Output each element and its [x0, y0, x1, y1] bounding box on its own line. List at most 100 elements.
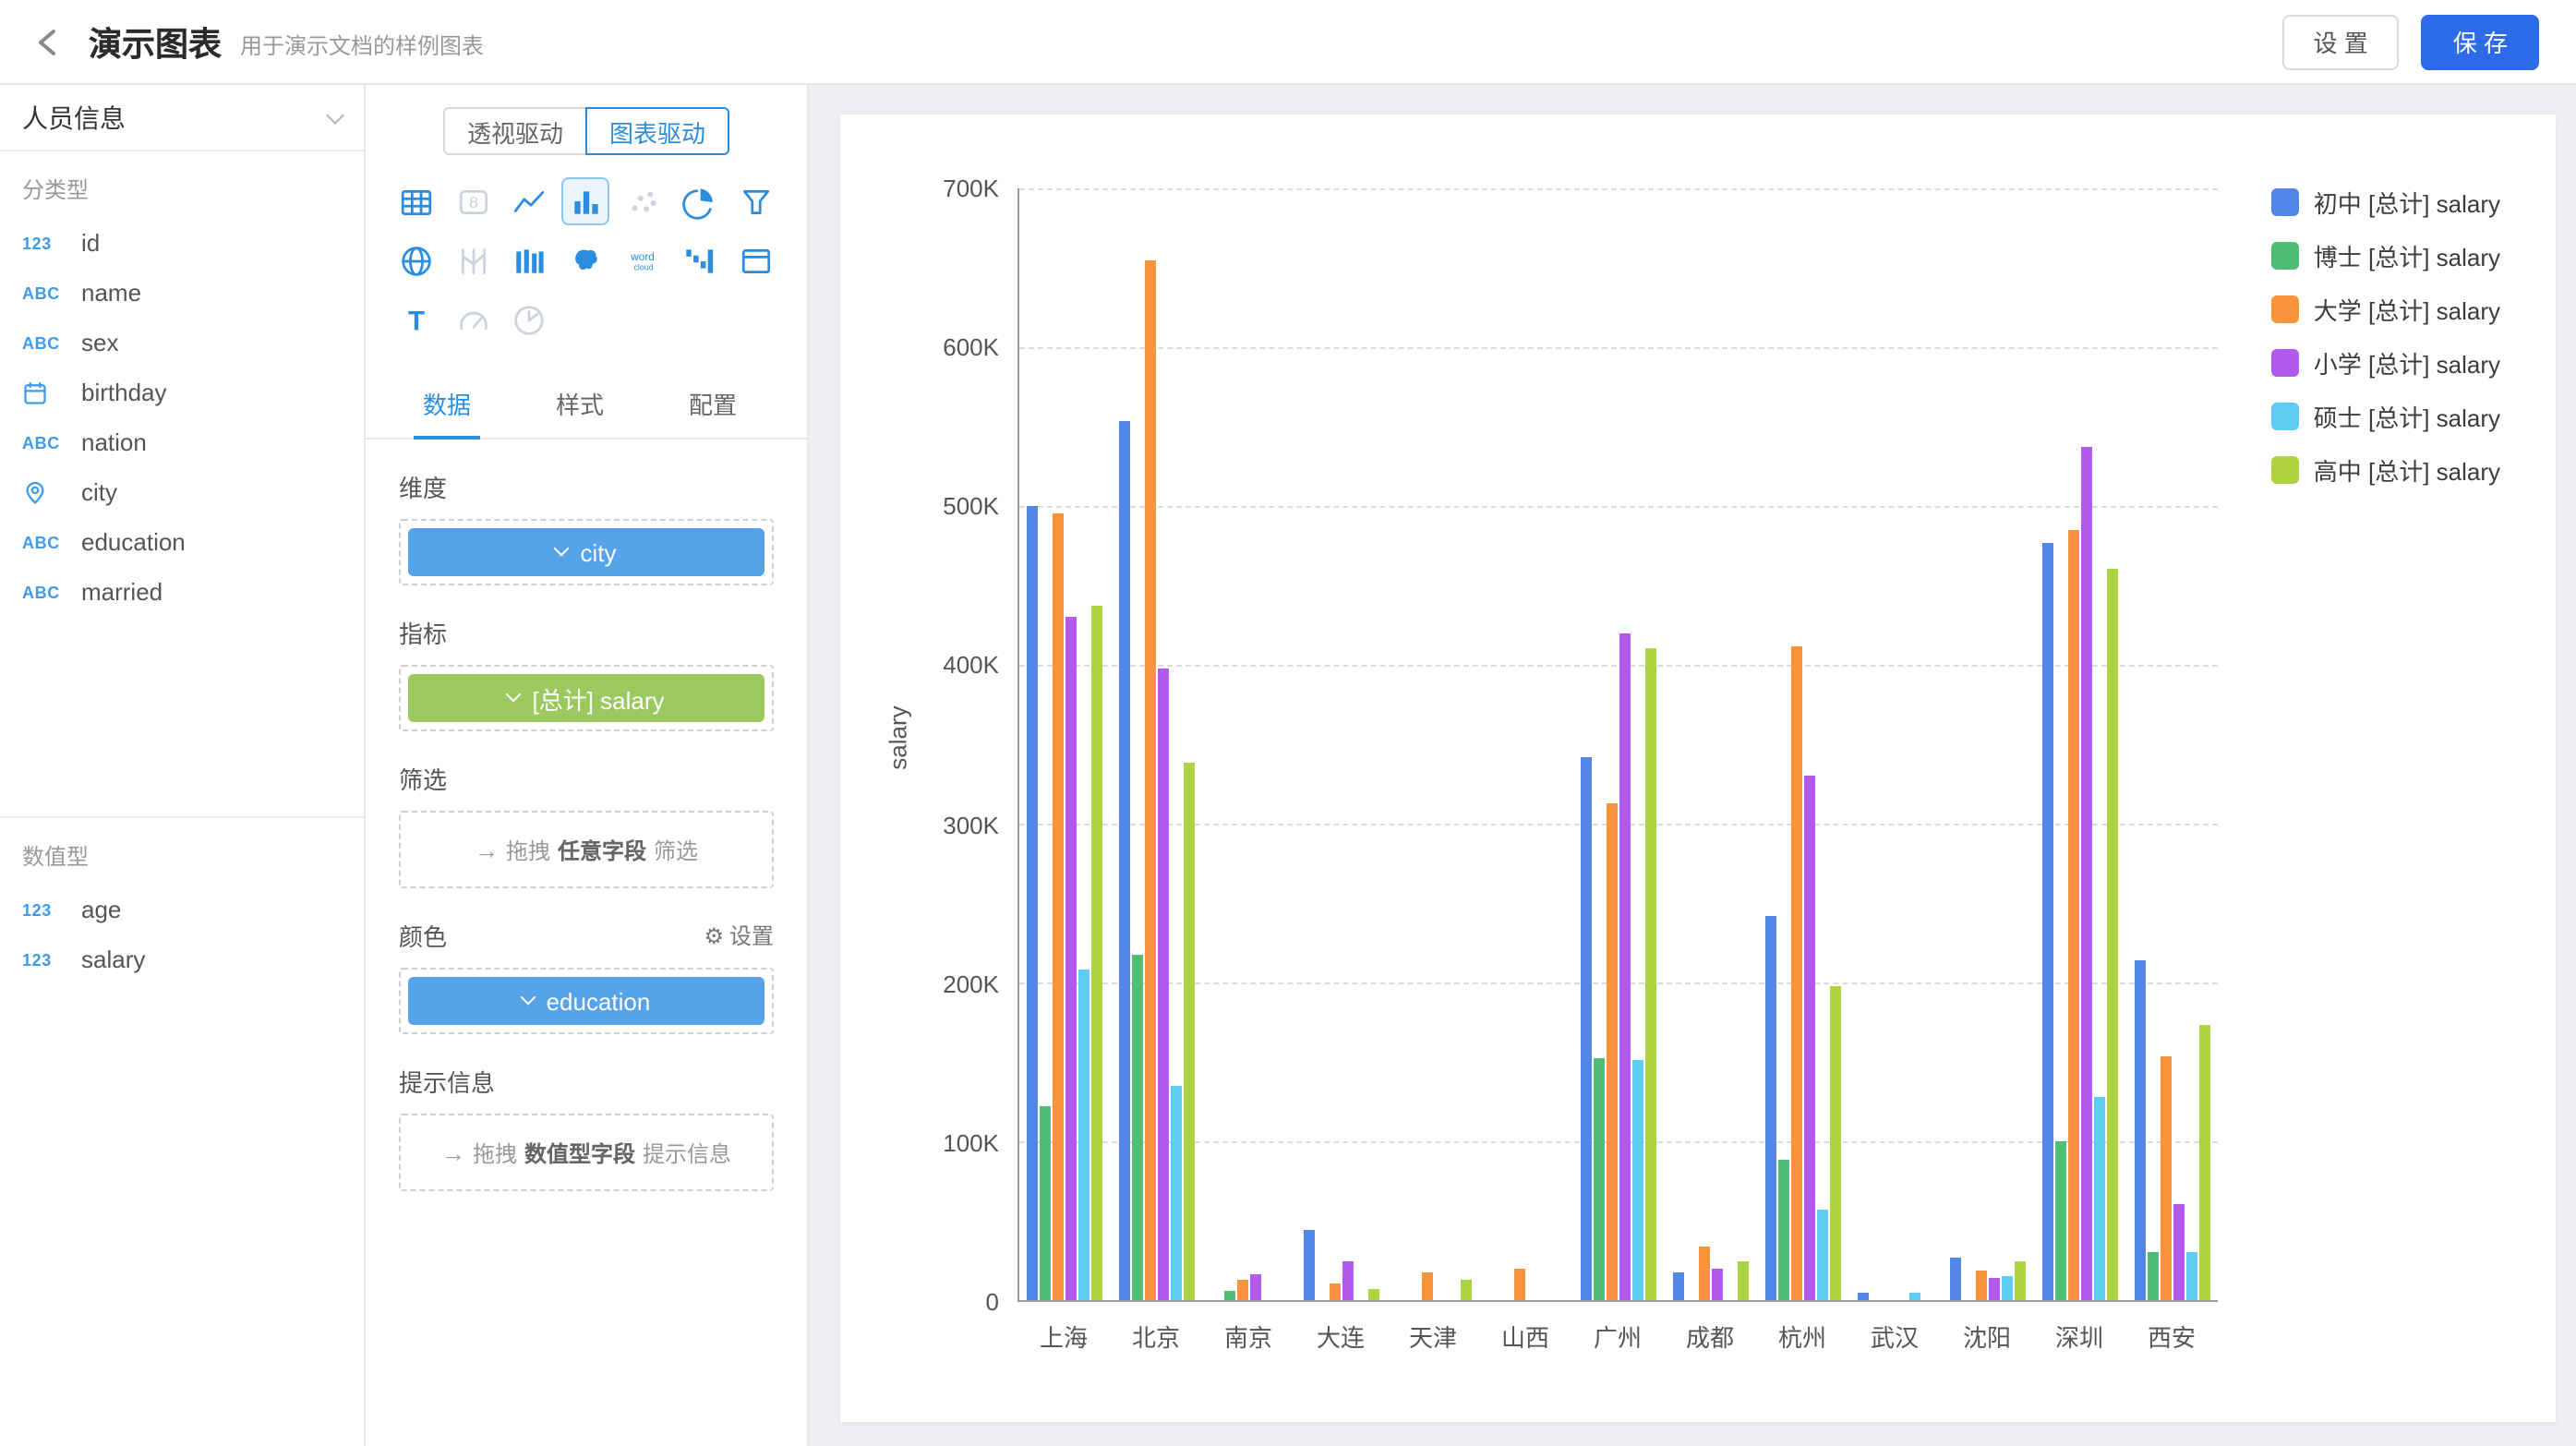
dimension-pill[interactable]: city [408, 528, 764, 576]
field-item-sex[interactable]: ABC sex [0, 318, 364, 368]
table-chart-icon[interactable] [392, 177, 440, 225]
field-item-birthday[interactable]: birthday [0, 368, 364, 417]
tab-style[interactable]: 样式 [513, 369, 646, 438]
bar [1422, 1273, 1433, 1300]
field-label: id [81, 229, 100, 257]
chart-legend: 初中 [总计] salary 博士 [总计] salary 大学 [总计] sala… [2271, 185, 2500, 488]
text-chart-icon[interactable]: T [392, 295, 440, 343]
field-label: salary [81, 946, 145, 973]
back-button[interactable] [26, 19, 70, 64]
legend-item[interactable]: 初中 [总计] salary [2271, 185, 2500, 220]
save-button[interactable]: 保 存 [2422, 14, 2539, 69]
legend-item[interactable]: 大学 [总计] salary [2271, 292, 2500, 327]
pie-chart-icon[interactable] [676, 177, 724, 225]
color-pill[interactable]: education [408, 977, 764, 1025]
svg-text:cloud: cloud [633, 262, 653, 271]
svg-text:T: T [408, 306, 425, 336]
bar [1975, 1270, 1986, 1300]
color-settings-label: 设置 [729, 920, 774, 951]
bar-group-天津 [1388, 188, 1480, 1300]
chevron-down-icon [554, 541, 570, 557]
sankey-chart-icon[interactable] [506, 236, 554, 284]
legend-label: 初中 [总计] salary [2314, 185, 2500, 220]
data-source-header[interactable]: 人员信息 [0, 85, 364, 151]
bar [1830, 985, 1841, 1300]
header-left: 演示图表 用于演示文档的样例图表 [26, 18, 484, 66]
bar-groups [1019, 188, 2218, 1300]
color-settings-button[interactable]: 设置 [704, 920, 774, 951]
tab-config[interactable]: 配置 [646, 369, 779, 438]
x-category-label: 沈阳 [1941, 1319, 2033, 1354]
scorecard-icon[interactable]: 8 [449, 177, 497, 225]
legend-label: 高中 [总计] salary [2314, 452, 2500, 488]
bar-group-深圳 [2033, 188, 2125, 1300]
filter-placeholder-text: 拖拽 [506, 834, 550, 865]
bar [1738, 1262, 1749, 1300]
settings-button[interactable]: 设 置 [2282, 14, 2400, 69]
location-icon [22, 479, 81, 505]
number-type-icon: 123 [22, 900, 81, 919]
chevron-left-icon [30, 23, 66, 60]
string-type-icon: ABC [22, 533, 81, 551]
bar-chart-icon[interactable] [562, 177, 610, 225]
legend-item[interactable]: 高中 [总计] salary [2271, 452, 2500, 488]
mode-tab-pivot[interactable]: 透视驱动 [443, 107, 587, 155]
bar [1185, 764, 1196, 1300]
funnel-chart-icon[interactable] [732, 177, 780, 225]
field-item-age[interactable]: 123 age [0, 885, 364, 934]
field-item-salary[interactable]: 123 salary [0, 934, 364, 984]
field-item-education[interactable]: ABC education [0, 517, 364, 567]
bar [2001, 1276, 2012, 1300]
dimension-dropzone[interactable]: city [399, 519, 774, 585]
field-label: sex [81, 329, 118, 356]
bar [2054, 1141, 2065, 1300]
line-chart-icon[interactable] [506, 177, 554, 225]
string-type-icon: ABC [22, 333, 81, 352]
numeric-field-list: 123 age 123 salary [0, 885, 364, 984]
chevron-down-icon [506, 687, 522, 703]
bar [1028, 506, 1039, 1300]
header: 演示图表 用于演示文档的样例图表 设 置 保 存 [0, 0, 2576, 85]
bar-group-沈阳 [1941, 188, 2033, 1300]
gear-icon [704, 922, 724, 948]
bar [1607, 803, 1618, 1300]
tab-data[interactable]: 数据 [380, 369, 513, 438]
mode-tab-chart[interactable]: 图表驱动 [585, 107, 729, 155]
app-root: 演示图表 用于演示文档的样例图表 设 置 保 存 人员信息 分类型 123 id… [0, 0, 2576, 1446]
bar [1858, 1292, 1869, 1300]
color-section-label: 颜色 设置 [399, 918, 774, 953]
y-axis-ticks: 700K600K500K400K300K200K100K0 [892, 188, 999, 1302]
tooltip-dropzone[interactable]: → 拖拽数值型字段提示信息 [399, 1114, 774, 1191]
bar-group-南京 [1204, 188, 1296, 1300]
scatter-chart-icon[interactable] [619, 177, 667, 225]
metric-dropzone[interactable]: [总计] salary [399, 665, 774, 731]
field-label: birthday [81, 379, 167, 406]
categorical-field-list: 123 id ABC name ABC sex birthday [0, 218, 364, 617]
bar [2173, 1205, 2184, 1300]
legend-item[interactable]: 小学 [总计] salary [2271, 345, 2500, 380]
field-item-id[interactable]: 123 id [0, 218, 364, 268]
bar [1066, 617, 1077, 1300]
parallel-chart-icon[interactable] [449, 236, 497, 284]
field-item-married[interactable]: ABC married [0, 567, 364, 617]
bar [1304, 1230, 1315, 1300]
wordcloud-chart-icon[interactable]: wordcloud [619, 236, 667, 284]
y-tick-label: 100K [943, 1129, 999, 1157]
filter-dropzone[interactable]: → 拖拽任意字段筛选 [399, 811, 774, 888]
bar [1120, 422, 1131, 1300]
field-item-nation[interactable]: ABC nation [0, 417, 364, 467]
dial-chart-icon[interactable] [506, 295, 554, 343]
waterfall-chart-icon[interactable] [676, 236, 724, 284]
radar-chart-icon[interactable] [392, 236, 440, 284]
field-item-name[interactable]: ABC name [0, 268, 364, 318]
metric-pill[interactable]: [总计] salary [408, 674, 764, 722]
legend-item[interactable]: 硕士 [总计] salary [2271, 399, 2500, 434]
iframe-chart-icon[interactable] [732, 236, 780, 284]
bar-group-上海 [1019, 188, 1112, 1300]
legend-item[interactable]: 博士 [总计] salary [2271, 238, 2500, 273]
field-item-city[interactable]: city [0, 467, 364, 517]
tooltip-placeholder-text: 提示信息 [643, 1137, 731, 1168]
gauge-chart-icon[interactable] [449, 295, 497, 343]
color-dropzone[interactable]: education [399, 968, 774, 1034]
map-chart-icon[interactable] [562, 236, 610, 284]
